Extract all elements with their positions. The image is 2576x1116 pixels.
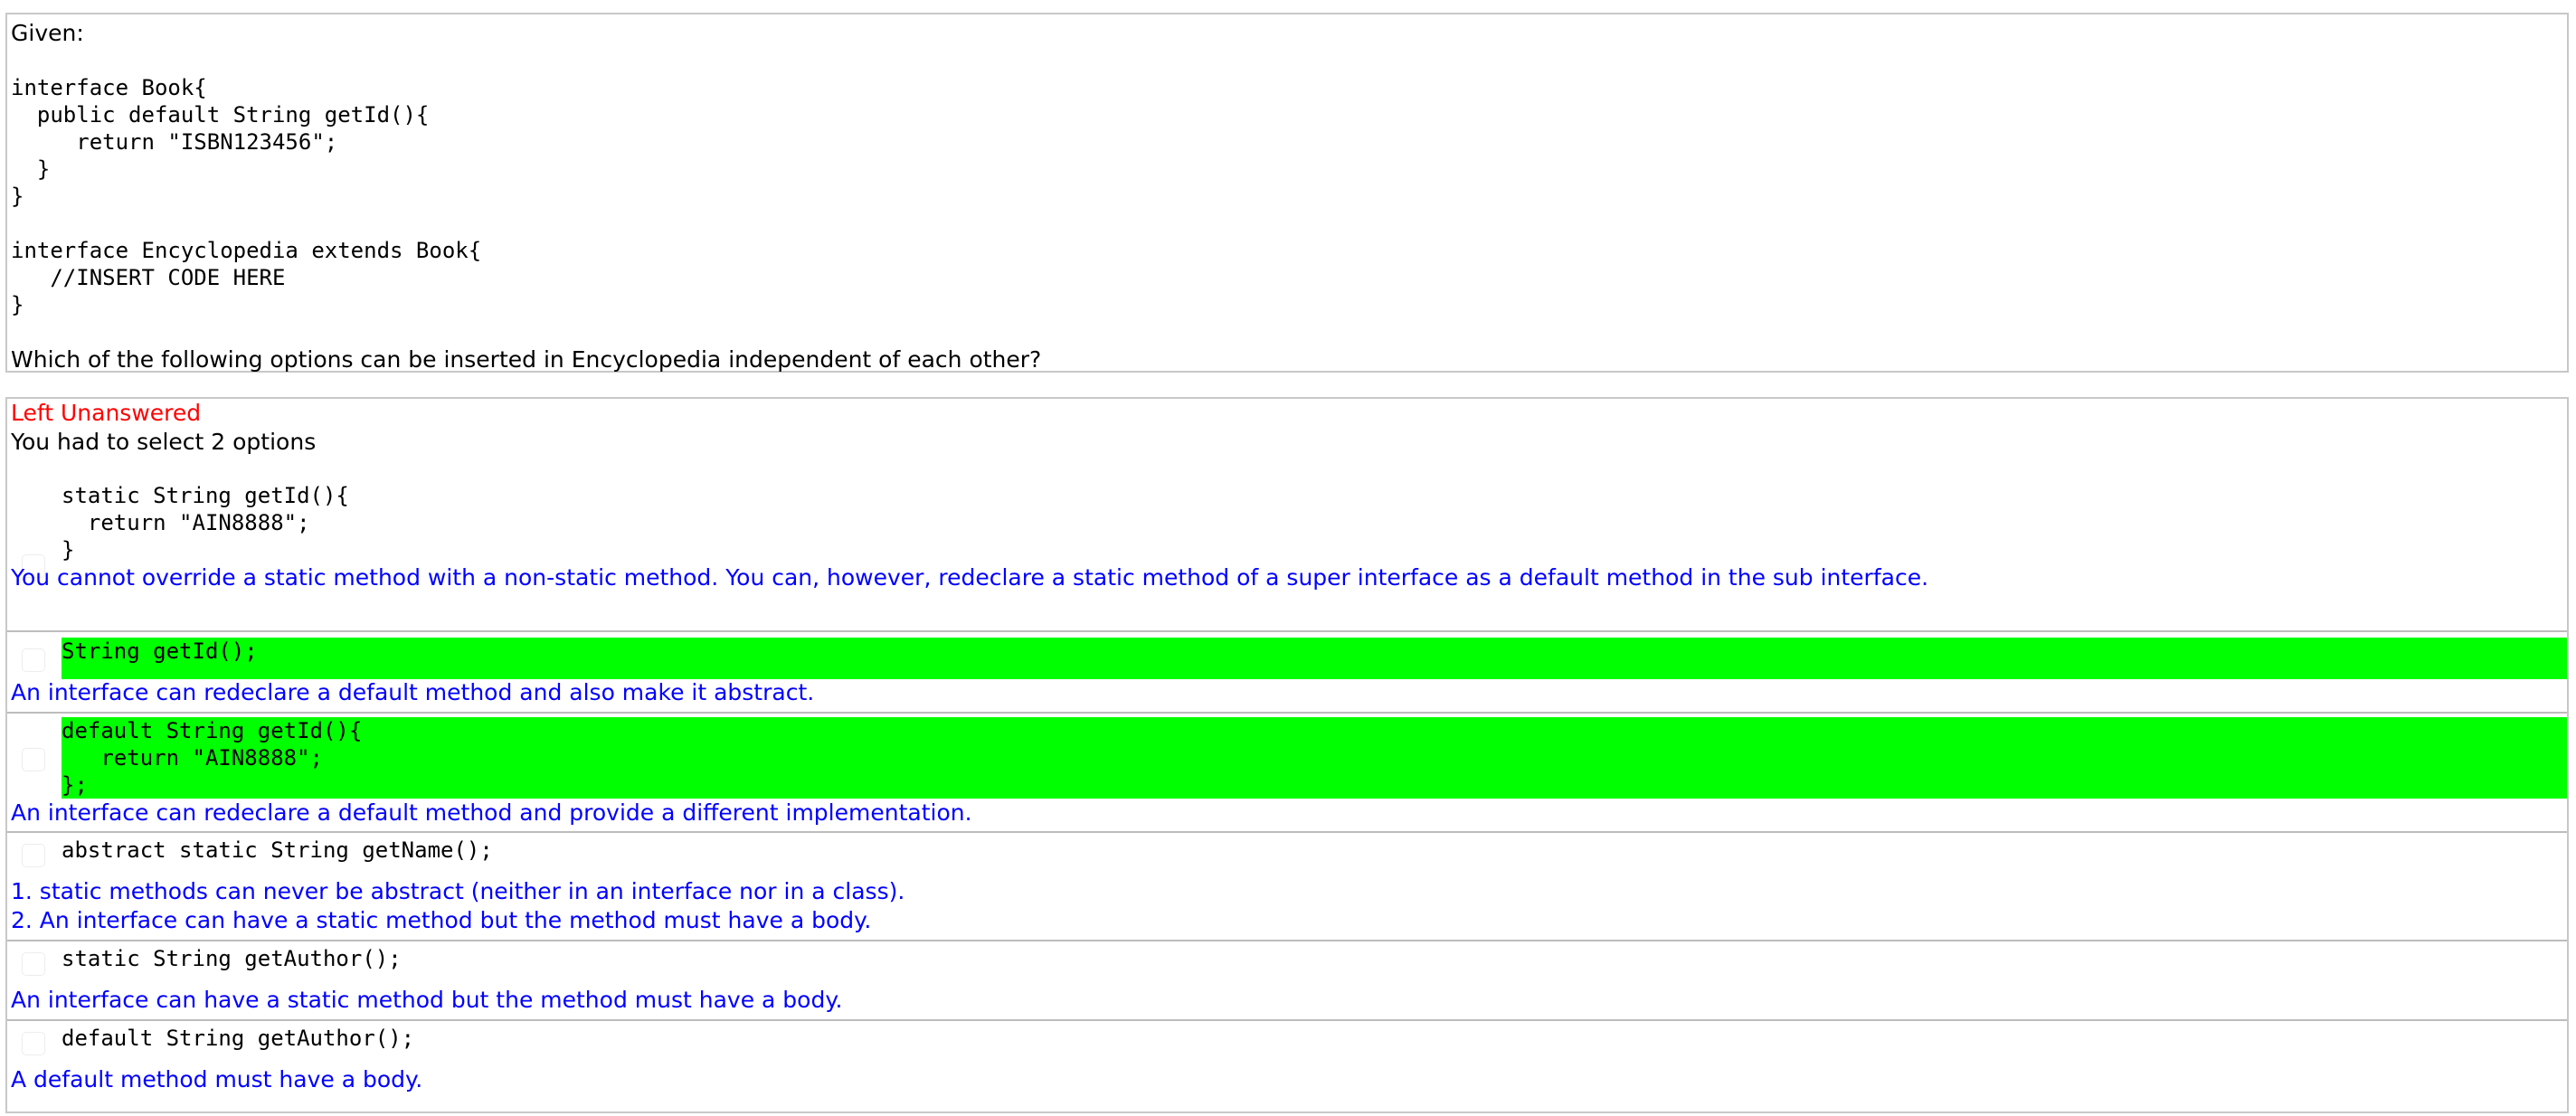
option-code-line: return "AIN8888"; bbox=[62, 510, 310, 535]
option-explanation: 1. static methods can never be abstract … bbox=[11, 878, 905, 904]
answer-option: default String getId(){ return "AIN8888"… bbox=[7, 717, 2567, 835]
option-code-line: default String getId(){ bbox=[62, 718, 363, 743]
given-label: Given: bbox=[11, 20, 84, 46]
option-divider bbox=[7, 630, 2567, 632]
option-code-line: default String getAuthor(); bbox=[62, 1026, 415, 1051]
option-code-line: } bbox=[62, 537, 75, 563]
code-line: } bbox=[11, 156, 51, 182]
option-code-line: static String getAuthor(); bbox=[62, 946, 402, 971]
option-code-line: String getId(); bbox=[62, 638, 258, 664]
option-divider bbox=[7, 940, 2567, 941]
answer-instruction: You had to select 2 options bbox=[11, 429, 317, 455]
question-prompt: Which of the following options can be in… bbox=[11, 346, 1042, 373]
option-divider bbox=[7, 831, 2567, 833]
answer-option: default String getAuthor(); A default me… bbox=[7, 1025, 2567, 1101]
option-checkbox[interactable] bbox=[22, 1032, 45, 1055]
option-code-line: return "AIN8888"; bbox=[62, 745, 323, 771]
option-code-line: abstract static String getName(); bbox=[62, 837, 493, 863]
question-panel: Given: interface Book{ public default St… bbox=[5, 13, 2569, 373]
code-line: //INSERT CODE HERE bbox=[11, 265, 286, 290]
option-explanation: A default method must have a body. bbox=[11, 1066, 423, 1092]
answer-option: static String getAuthor(); An interface … bbox=[7, 945, 2567, 1021]
option-checkbox[interactable] bbox=[22, 952, 45, 976]
code-line: interface Book{ bbox=[11, 75, 207, 100]
option-checkbox[interactable] bbox=[22, 748, 45, 771]
code-line: } bbox=[11, 292, 24, 317]
answer-option: String getId(); An interface can redecla… bbox=[7, 638, 2567, 719]
answer-status: Left Unanswered bbox=[11, 400, 202, 426]
option-code-line: }; bbox=[62, 772, 88, 798]
option-divider bbox=[7, 1019, 2567, 1021]
code-line: interface Encyclopedia extends Book{ bbox=[11, 238, 482, 263]
code-line: public default String getId(){ bbox=[11, 102, 430, 128]
option-explanation: 2. An interface can have a static method… bbox=[11, 907, 872, 933]
option-explanation: An interface can redeclare a default met… bbox=[11, 679, 815, 705]
answer-option: abstract static String getName(); 1. sta… bbox=[7, 837, 2567, 943]
option-explanation: You cannot override a static method with… bbox=[11, 564, 1929, 591]
answer-panel: Left Unanswered You had to select 2 opti… bbox=[5, 397, 2569, 1113]
code-line: return "ISBN123456"; bbox=[11, 129, 338, 155]
option-checkbox[interactable] bbox=[22, 648, 45, 672]
option-code-line: static String getId(){ bbox=[62, 483, 349, 508]
code-line: } bbox=[11, 184, 24, 209]
answer-option: static String getId(){ return "AIN8888";… bbox=[7, 482, 2567, 596]
option-explanation: An interface can have a static method bu… bbox=[11, 987, 843, 1013]
option-divider bbox=[7, 712, 2567, 714]
option-explanation: An interface can redeclare a default met… bbox=[11, 799, 972, 826]
option-checkbox[interactable] bbox=[22, 844, 45, 867]
